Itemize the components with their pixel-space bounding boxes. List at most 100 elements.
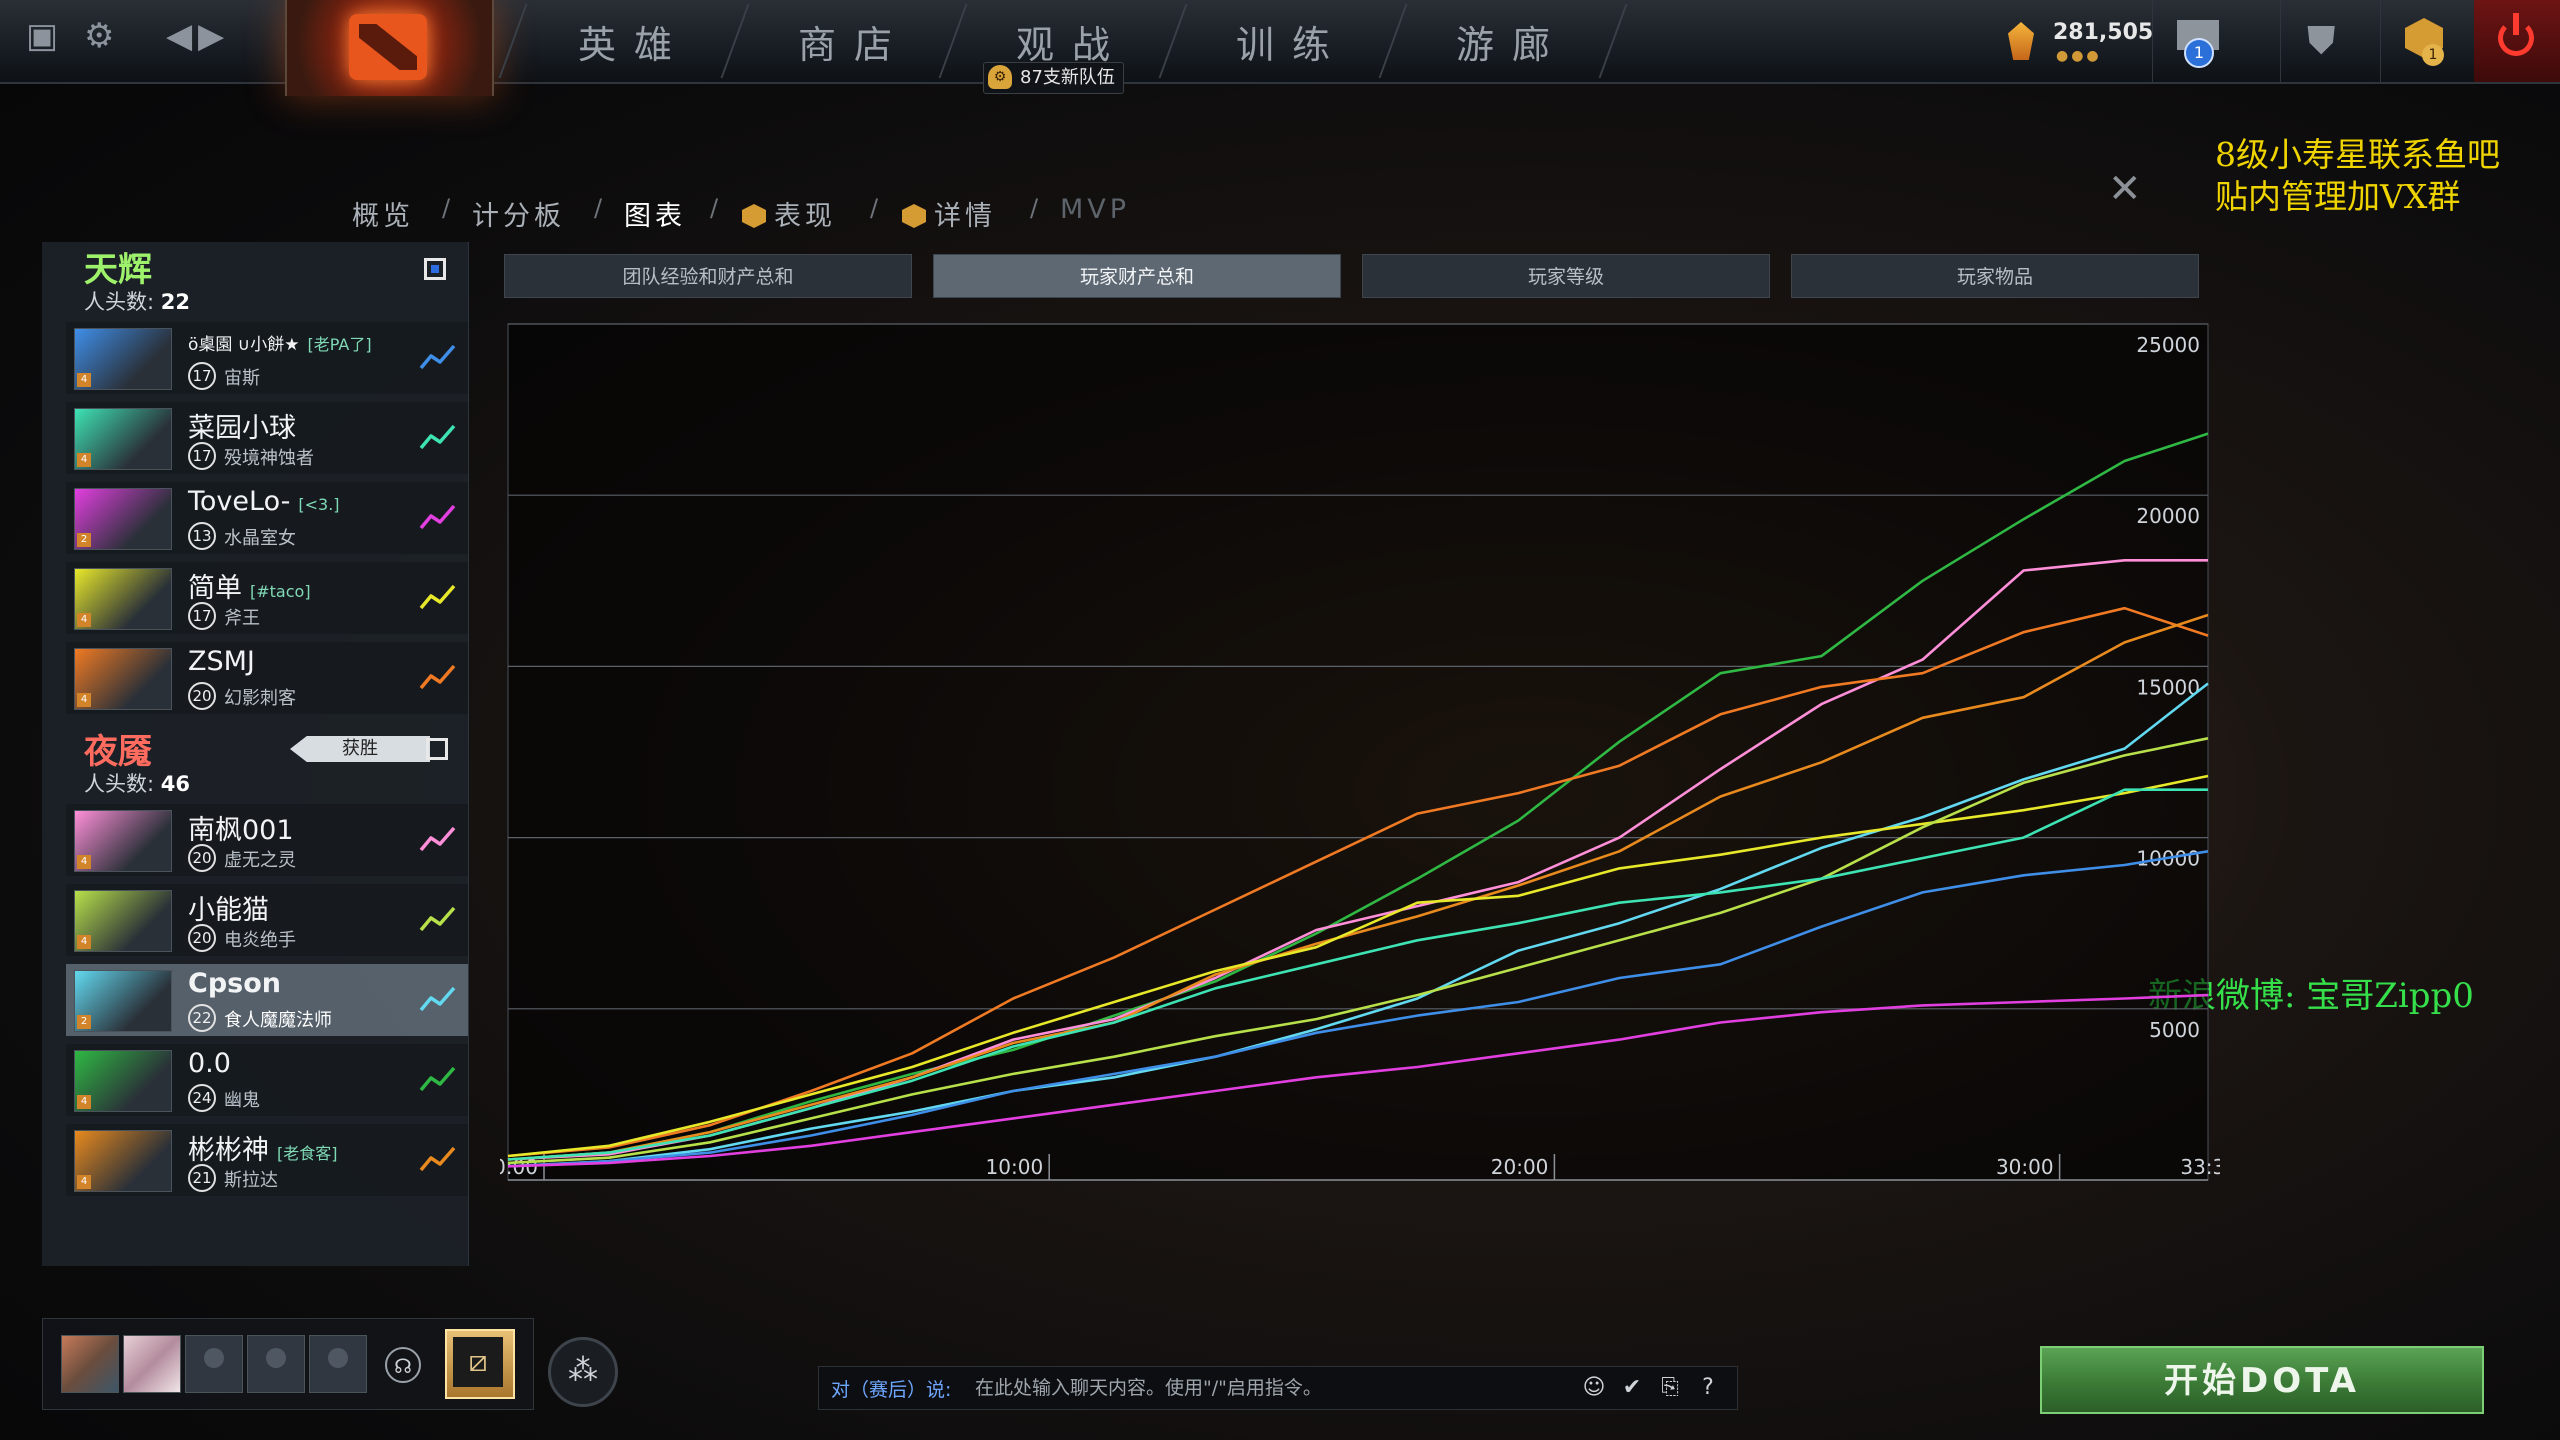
armory-button[interactable]: ⛊ <box>2280 0 2367 82</box>
exit-button[interactable] <box>2474 0 2560 82</box>
shard-count: 281,505 <box>2053 20 2154 45</box>
tab-overview[interactable]: 概览 <box>352 194 414 233</box>
play-dota-button[interactable]: 开始DOTA <box>2040 1346 2484 1414</box>
player-row[interactable]: 4 菜园小球 17 殁境神蚀者 <box>66 402 468 474</box>
settings-gear-icon[interactable]: ⚙ <box>84 16 114 56</box>
nav-tab-learn[interactable]: 训练 <box>1236 14 1348 68</box>
hero-portrait: 4 <box>74 328 172 390</box>
chat-wheel-icon[interactable]: ⎘ <box>1653 1371 1687 1405</box>
dota-plus-icon <box>902 204 926 228</box>
player-row[interactable]: 4 ö㮚園 ∪‌‍‌‍‌‍小餅★ [老PA了] 17 宙斯 <box>66 322 468 394</box>
empty-party-slot[interactable] <box>309 1335 367 1393</box>
position-tag: 4 <box>77 855 91 869</box>
player-row[interactable]: 4 简单 [#taco] 17 斧王 <box>66 562 468 634</box>
party-member-avatar[interactable] <box>123 1335 181 1393</box>
graph-line-toggle-icon[interactable] <box>418 500 458 534</box>
radiant-toggle-checkbox[interactable] <box>424 258 446 280</box>
graph-line-toggle-icon[interactable] <box>418 1142 458 1176</box>
hero-name: 幽鬼 <box>224 1090 260 1111</box>
hero-portrait: 2 <box>74 970 172 1032</box>
nav-tab-arcade[interactable]: 游廊 <box>1456 14 1568 68</box>
tab-details[interactable]: 详情 <box>902 194 996 233</box>
position-tag: 4 <box>77 935 91 949</box>
tab-performance[interactable]: 表现 <box>742 194 836 233</box>
emoticon-icon[interactable]: ☺ <box>1577 1371 1611 1405</box>
hero-level-badge: 17 <box>188 602 216 630</box>
group-finder-icon[interactable]: ⁂ <box>548 1337 618 1407</box>
radiant-checkbox-fill <box>431 265 439 273</box>
checkmark-icon[interactable]: ✔ <box>1615 1371 1649 1405</box>
dota-plus-button[interactable] <box>2380 0 2467 82</box>
player-name-text: ZSMJ <box>188 646 255 677</box>
empty-party-slot[interactable] <box>247 1335 305 1393</box>
x-tick-label: 10:00 <box>986 1155 1044 1179</box>
voice-chat-headset-icon[interactable]: ☊ <box>385 1347 421 1383</box>
graph-line-toggle-icon[interactable] <box>418 822 458 856</box>
empty-party-slot[interactable] <box>185 1335 243 1393</box>
hero-portrait: 4 <box>74 408 172 470</box>
nav-tab-store[interactable]: 商店 <box>798 14 910 68</box>
team-shield-icon: ⚙ <box>988 65 1012 89</box>
chat-input[interactable] <box>973 1371 1587 1405</box>
player-name-text: ToveLo- <box>188 486 291 517</box>
nav-divider <box>1158 4 1188 78</box>
chart-tab-player-networth[interactable]: 玩家财产总和 <box>933 254 1341 298</box>
position-tag: 4 <box>77 373 91 387</box>
dire-toggle-checkbox[interactable] <box>426 738 448 760</box>
nav-tab-heroes[interactable]: 英雄 <box>578 14 690 68</box>
radiant-kills-value: 22 <box>160 290 190 314</box>
hero-name: 食人魔魔法师 <box>224 1010 332 1031</box>
stream-watermark: 8级小寿星联系鱼吧 贴内管理加VX群 <box>2215 134 2500 218</box>
graph-line-toggle-icon[interactable] <box>418 902 458 936</box>
graph-line-toggle-icon[interactable] <box>418 982 458 1016</box>
dota-home-button[interactable] <box>285 0 494 96</box>
chart-tab-player-level[interactable]: 玩家等级 <box>1362 254 1770 298</box>
player-name: 菜园小球 <box>188 406 296 445</box>
person-icon <box>328 1348 348 1368</box>
graph-line-toggle-icon[interactable] <box>418 340 458 374</box>
tab-mvp[interactable]: MVP <box>1060 194 1130 225</box>
tab-performance-label: 表现 <box>774 201 836 232</box>
position-tag: 4 <box>77 613 91 627</box>
help-icon[interactable]: ? <box>1691 1371 1725 1405</box>
tab-scoreboard[interactable]: 计分板 <box>472 194 565 233</box>
radiant-kills: 人头数: 22 <box>84 286 190 316</box>
chat-bar: 对（赛后）说: ☺ ✔ ⎘ ? <box>818 1366 1738 1410</box>
graph-line-toggle-icon[interactable] <box>418 580 458 614</box>
dota-logo-small-icon[interactable]: ▣ <box>26 16 58 56</box>
player-row[interactable]: 4 ZSMJ 20 幻影刺客 <box>66 642 468 714</box>
player-row[interactable]: 4 彬彬神 [老食客] 21 斯拉达 <box>66 1124 468 1196</box>
hero-name: 宙斯 <box>224 368 260 389</box>
tab-details-label: 详情 <box>934 201 996 232</box>
y-tick-label: 5000 <box>2149 1018 2200 1042</box>
person-icon <box>204 1348 224 1368</box>
hero-name: 幻影刺客 <box>224 688 296 709</box>
battle-pass-button[interactable]: ⧄ <box>445 1329 515 1399</box>
close-icon[interactable]: ✕ <box>2108 166 2142 212</box>
position-tag: 4 <box>77 693 91 707</box>
graph-line-toggle-icon[interactable] <box>418 660 458 694</box>
chart-tab-team-xp-gold[interactable]: 团队经验和财产总和 <box>504 254 912 298</box>
player-name: 南枫001 <box>188 808 294 847</box>
team-notification-badge[interactable]: ⚙ 87支新队伍 <box>983 62 1124 94</box>
player-name-text: Cpson <box>188 968 281 999</box>
tab-graphs[interactable]: 图表 <box>624 194 686 233</box>
player-name-text: 小能猫 <box>188 895 269 926</box>
player-row[interactable]: 4 小能猫 20 电炎绝手 <box>66 884 468 956</box>
graph-line-toggle-icon[interactable] <box>418 420 458 454</box>
chat-channel-label[interactable]: 对（赛后）说: <box>831 1375 951 1402</box>
back-arrow-icon[interactable]: ◀ <box>166 16 192 56</box>
nav-tab-watch[interactable]: 观战 <box>1016 14 1128 68</box>
player-row[interactable]: 4 南枫001 20 虚无之灵 <box>66 804 468 876</box>
graph-line-toggle-icon[interactable] <box>418 1062 458 1096</box>
hero-name: 斯拉达 <box>224 1170 278 1191</box>
shard-currency-icon <box>2008 22 2034 60</box>
hero-name: 殁境神蚀者 <box>224 448 314 469</box>
player-row[interactable]: 2 Cpson 22 食人魔魔法师 <box>66 964 468 1036</box>
player-row[interactable]: 4 0.0 24 幽鬼 <box>66 1044 468 1116</box>
forward-arrow-icon[interactable]: ▶ <box>198 16 224 56</box>
player-row[interactable]: 2 ToveLo- [<3.] 13 水晶室女 <box>66 482 468 554</box>
party-member-avatar[interactable] <box>61 1335 119 1393</box>
chart-tab-player-items[interactable]: 玩家物品 <box>1791 254 2199 298</box>
party-panel: ☊ ⧄ <box>42 1318 534 1410</box>
